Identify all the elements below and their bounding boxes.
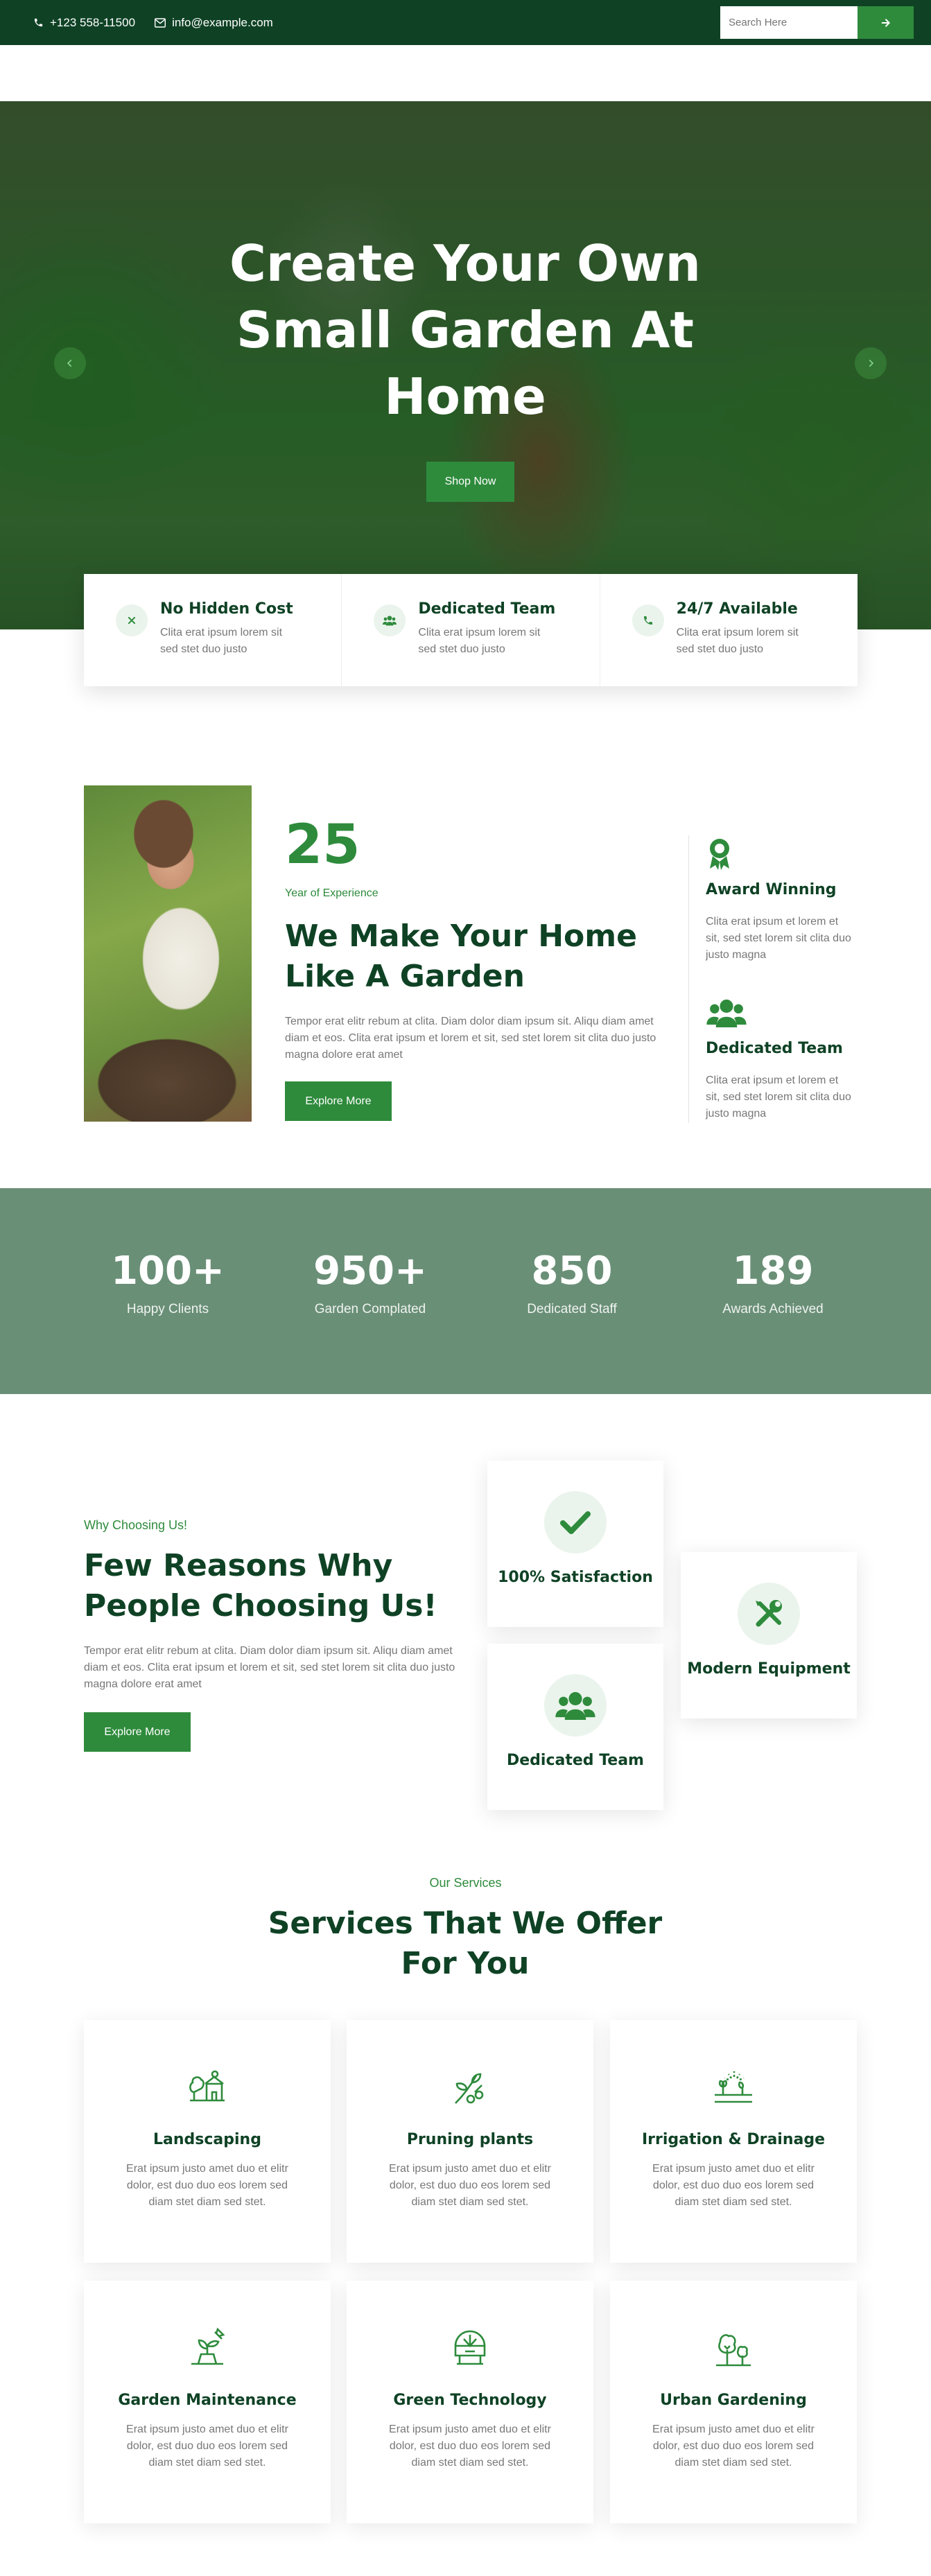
stat-label: Garden Complated: [314, 1302, 426, 1316]
experience-label: Year of Experience: [285, 887, 379, 899]
pruning-icon: [446, 2063, 494, 2112]
envelope-icon: [155, 17, 166, 28]
chevron-right-icon: [869, 359, 874, 367]
page: { "topbar": { "phone": "+123 558-11500",…: [0, 0, 931, 2576]
stat-number: 850: [531, 1248, 613, 1294]
award-text: Clita erat ipsum et lorem et sit, sed st…: [706, 916, 851, 961]
topbar-email[interactable]: info@example.com: [155, 16, 273, 30]
phone-icon: [34, 18, 43, 27]
reason-title: Modern Equipment: [687, 1660, 851, 1678]
users-icon: [374, 604, 406, 636]
feature-text: Clita erat ipsum lorem sit sed stet duo …: [418, 627, 541, 655]
reason-card: 100% Satisfaction: [487, 1461, 663, 1627]
stat-number: 950+: [313, 1248, 427, 1294]
feature-text: Clita erat ipsum lorem sit sed stet duo …: [676, 627, 799, 655]
service-card[interactable]: Urban Gardening Erat ipsum justo amet du…: [610, 2281, 857, 2523]
hero-title: Create Your Own Small Garden At Home: [229, 234, 701, 426]
feature-title: No Hidden Cost: [160, 600, 293, 618]
irrigation-icon: [709, 2063, 758, 2112]
service-title: Irrigation & Drainage: [641, 2131, 826, 2148]
stat-label: Happy Clients: [126, 1302, 209, 1316]
stat-item: 189 Awards Achieved: [693, 1252, 853, 1317]
tools-icon: [738, 1583, 800, 1645]
service-text: Erat ipsum justo amet duo et elitr dolor…: [126, 2163, 288, 2208]
landscaping-icon: [183, 2063, 232, 2112]
divider: [688, 835, 689, 1123]
stat-number: 189: [732, 1248, 814, 1294]
dedicated-team-title: Dedicated Team: [706, 1040, 843, 1057]
top-bar: +123 558-11500 info@example.com: [0, 0, 931, 45]
service-text: Erat ipsum justo amet duo et elitr dolor…: [126, 2423, 288, 2469]
search-button[interactable]: [858, 6, 914, 39]
feature-card: 24/7 Available Clita erat ipsum lorem si…: [600, 574, 858, 686]
feature-text: Clita erat ipsum lorem sit sed stet duo …: [160, 627, 283, 655]
service-card[interactable]: Green Technology Erat ipsum justo amet d…: [347, 2281, 593, 2523]
carousel-prev-button[interactable]: [54, 347, 86, 379]
service-title: Green Technology: [393, 2392, 547, 2409]
users-icon: [706, 998, 747, 1031]
green-tech-icon: [446, 2324, 494, 2372]
stat-label: Dedicated Staff: [527, 1302, 617, 1316]
why-title: Few Reasons Why People Choosing Us!: [84, 1548, 437, 1624]
service-text: Erat ipsum justo amet duo et elitr dolor…: [389, 2423, 551, 2469]
service-title: Pruning plants: [406, 2131, 534, 2148]
dedicated-team-text: Clita erat ipsum et lorem et sit, sed st…: [706, 1074, 851, 1120]
stats-band: 100+ Happy Clients 950+ Garden Complated…: [0, 1188, 931, 1394]
stat-item: 850 Dedicated Staff: [492, 1252, 652, 1317]
carousel-next-button[interactable]: [855, 347, 887, 379]
feature-title: Dedicated Team: [418, 600, 556, 618]
feature-title: 24/7 Available: [676, 600, 798, 618]
service-card[interactable]: Garden Maintenance Erat ipsum justo amet…: [84, 2281, 331, 2523]
topbar-phone[interactable]: +123 558-11500: [33, 16, 135, 30]
search-input[interactable]: [720, 6, 858, 39]
service-card[interactable]: Landscaping Erat ipsum justo amet duo et…: [84, 2020, 331, 2263]
about-text: Tempor erat elitr rebum at clita. Diam d…: [285, 1016, 656, 1061]
stat-item: 950+ Garden Complated: [290, 1252, 450, 1317]
check-icon: [544, 1491, 607, 1554]
service-title: Garden Maintenance: [118, 2392, 297, 2409]
about-title: We Make Your Home Like A Garden: [285, 919, 637, 994]
service-title: Urban Gardening: [660, 2392, 807, 2409]
service-text: Erat ipsum justo amet duo et elitr dolor…: [652, 2163, 815, 2208]
about-explore-button[interactable]: Explore More: [285, 1081, 392, 1121]
service-title: Landscaping: [153, 2131, 261, 2148]
stat-item: 100+ Happy Clients: [88, 1252, 247, 1317]
close-icon: [116, 604, 148, 636]
reason-card: Modern Equipment: [681, 1552, 857, 1718]
services-title: Services That We Offer For You: [268, 1906, 663, 1981]
users-icon: [544, 1674, 607, 1737]
shop-now-button[interactable]: Shop Now: [426, 462, 514, 502]
service-text: Erat ipsum justo amet duo et elitr dolor…: [389, 2163, 551, 2208]
services-kicker: Our Services: [429, 1876, 502, 1890]
feature-card: No Hidden Cost Clita erat ipsum lorem si…: [84, 574, 342, 686]
topbar-email-text: info@example.com: [172, 15, 273, 29]
urban-gardening-icon: [709, 2324, 758, 2372]
feature-card: Dedicated Team Clita erat ipsum lorem si…: [342, 574, 600, 686]
why-text: Tempor erat elitr rebum at clita. Diam d…: [84, 1645, 455, 1690]
why-explore-button[interactable]: Explore More: [84, 1712, 191, 1752]
maintenance-icon: [183, 2324, 232, 2372]
arrow-right-icon: [881, 18, 890, 27]
experience-years: 25: [285, 814, 360, 876]
service-card[interactable]: Irrigation & Drainage Erat ipsum justo a…: [610, 2020, 857, 2263]
reason-card: Dedicated Team: [487, 1644, 663, 1810]
reason-title: Dedicated Team: [507, 1752, 644, 1769]
stat-number: 100+: [111, 1248, 225, 1294]
hero-carousel: Create Your Own Small Garden At Home Sho…: [0, 101, 931, 629]
award-title: Award Winning: [706, 881, 837, 898]
phone-icon: [632, 604, 664, 636]
topbar-phone-text: +123 558-11500: [50, 15, 136, 29]
service-card[interactable]: Pruning plants Erat ipsum justo amet duo…: [347, 2020, 593, 2263]
chevron-left-icon: [67, 359, 72, 367]
stat-label: Awards Achieved: [722, 1302, 824, 1316]
why-kicker: Why Choosing Us!: [84, 1518, 188, 1532]
about-image: [84, 785, 252, 1122]
feature-cards: No Hidden Cost Clita erat ipsum lorem si…: [84, 574, 858, 686]
service-text: Erat ipsum justo amet duo et elitr dolor…: [652, 2423, 815, 2469]
reason-title: 100% Satisfaction: [498, 1569, 653, 1586]
award-icon: [706, 837, 733, 873]
